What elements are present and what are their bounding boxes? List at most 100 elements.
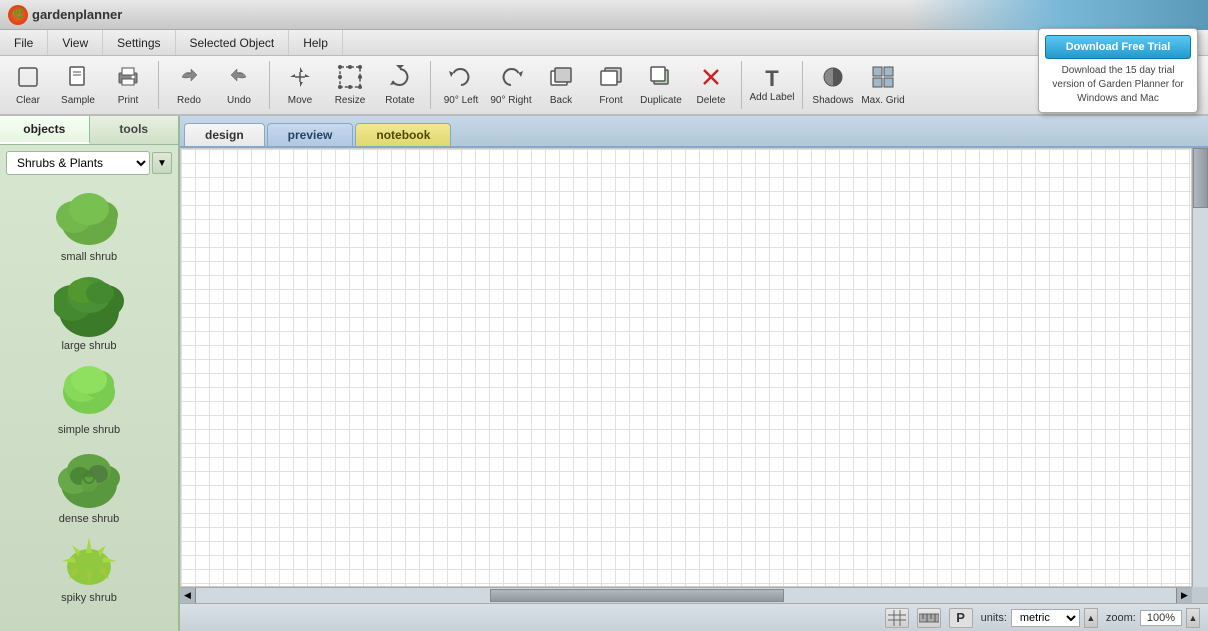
vertical-scrollbar[interactable]	[1192, 148, 1208, 587]
move-button[interactable]: Move	[276, 59, 324, 111]
canvas-wrapper: ◀ ▶	[180, 148, 1208, 603]
hscroll-thumb[interactable]	[490, 589, 784, 602]
ruler-icon[interactable]	[917, 608, 941, 628]
separator-3	[430, 61, 431, 109]
sample-button[interactable]: Sample	[54, 59, 102, 111]
add-label-button[interactable]: T Add Label	[748, 59, 796, 111]
move-label: Move	[288, 95, 312, 106]
duplicate-label: Duplicate	[640, 95, 682, 106]
list-item[interactable]: large shrub	[19, 269, 159, 356]
tab-preview[interactable]: preview	[267, 123, 354, 146]
menu-settings[interactable]: Settings	[103, 30, 175, 55]
tab-design[interactable]: design	[184, 123, 265, 146]
redo-label: Redo	[177, 95, 201, 106]
scroll-corner	[1192, 587, 1208, 603]
hscroll-track	[196, 588, 1176, 603]
front-button[interactable]: Front	[587, 59, 635, 111]
menubar: File View Settings Selected Object Help	[0, 30, 1208, 56]
large-shrub-label: large shrub	[61, 340, 116, 352]
max-grid-button[interactable]: Max. Grid	[859, 59, 907, 111]
vertical-scrollbar-thumb[interactable]	[1193, 148, 1208, 208]
front-icon	[599, 65, 623, 93]
canvas-area[interactable]	[180, 148, 1192, 587]
tab-tools[interactable]: tools	[90, 116, 179, 144]
separator-1	[158, 61, 159, 109]
list-item[interactable]: small shrub	[19, 185, 159, 267]
zoom-value: 100%	[1140, 610, 1182, 626]
clear-icon	[16, 65, 40, 93]
resize-icon	[338, 65, 362, 93]
small-shrub-label: small shrub	[61, 251, 117, 263]
large-shrub-icon	[54, 273, 124, 338]
panel-tabs: objects tools	[0, 116, 178, 145]
tab-objects[interactable]: objects	[0, 116, 90, 144]
dense-shrub-icon	[54, 446, 124, 511]
left-panel: objects tools Shrubs & Plants ▼ small sh…	[0, 116, 180, 631]
add-label-label: Add Label	[749, 92, 794, 103]
zoom-arrow[interactable]: ▲	[1186, 608, 1200, 628]
resize-button[interactable]: Resize	[326, 59, 374, 111]
menu-help[interactable]: Help	[289, 30, 343, 55]
units-dropdown[interactable]: metric imperial	[1011, 609, 1080, 627]
grid-icon[interactable]	[885, 608, 909, 628]
rotate-right-button[interactable]: 90° Right	[487, 59, 535, 111]
right-area: design preview notebook ◀ ▶	[180, 116, 1208, 631]
sample-icon	[66, 65, 90, 93]
rotate-left-button[interactable]: 90° Left	[437, 59, 485, 111]
undo-button[interactable]: Undo	[215, 59, 263, 111]
back-button[interactable]: Back	[537, 59, 585, 111]
rotate-button[interactable]: Rotate	[376, 59, 424, 111]
dense-shrub-label: dense shrub	[59, 513, 120, 525]
shadows-button[interactable]: Shadows	[809, 59, 857, 111]
simple-shrub-label: simple shrub	[58, 424, 120, 436]
category-arrow[interactable]: ▼	[152, 152, 172, 174]
grid-canvas[interactable]	[180, 148, 1192, 587]
print-button[interactable]: Print	[104, 59, 152, 111]
move-icon	[288, 65, 312, 93]
list-item[interactable]: dense shrub	[19, 442, 159, 529]
hscroll-right-button[interactable]: ▶	[1176, 588, 1192, 604]
clear-button[interactable]: Clear	[4, 59, 52, 111]
clear-label: Clear	[16, 95, 40, 106]
list-item[interactable]: simple shrub	[19, 358, 159, 440]
units-section: units: metric imperial ▲	[981, 608, 1098, 628]
category-dropdown[interactable]: Shrubs & Plants	[6, 151, 150, 175]
category-select: Shrubs & Plants ▼	[0, 145, 178, 181]
sample-label: Sample	[61, 95, 95, 106]
menu-file[interactable]: File	[0, 30, 48, 55]
list-item[interactable]: spiky shrub	[19, 531, 159, 608]
app-title: gardenplanner	[32, 7, 122, 22]
toolbar: Clear Sample Print Redo Undo	[0, 56, 1208, 116]
rotate-right-label: 90° Right	[490, 95, 531, 106]
zoom-label: zoom:	[1106, 612, 1136, 624]
status-bar: P units: metric imperial ▲ zoom: 100% ▲	[180, 603, 1208, 631]
rotate-icon	[388, 65, 412, 93]
shadows-label: Shadows	[812, 95, 853, 106]
duplicate-button[interactable]: Duplicate	[637, 59, 685, 111]
tab-notebook[interactable]: notebook	[355, 123, 451, 146]
max-grid-icon	[871, 65, 895, 93]
units-label: units:	[981, 612, 1007, 624]
spiky-shrub-label: spiky shrub	[61, 592, 117, 604]
rotate-label: Rotate	[385, 95, 414, 106]
horizontal-scrollbar[interactable]: ◀ ▶	[180, 587, 1192, 603]
menu-selected-object[interactable]: Selected Object	[176, 30, 290, 55]
download-button[interactable]: Download Free Trial	[1045, 35, 1191, 59]
delete-button[interactable]: Delete	[687, 59, 735, 111]
spiky-shrub-icon	[54, 535, 124, 590]
print-label: Print	[118, 95, 139, 106]
units-arrow[interactable]: ▲	[1084, 608, 1098, 628]
redo-button[interactable]: Redo	[165, 59, 213, 111]
titlebar: 🌿 gardenplanner Download Free Trial Down…	[0, 0, 1208, 30]
shadows-icon	[821, 65, 845, 93]
logo-icon: 🌿	[8, 5, 28, 25]
objects-list: small shrub large shrub	[0, 181, 178, 631]
hscroll-left-button[interactable]: ◀	[180, 588, 196, 604]
add-label-icon: T	[765, 68, 778, 90]
menu-view[interactable]: View	[48, 30, 103, 55]
separator-4	[741, 61, 742, 109]
print-icon	[116, 65, 140, 93]
zoom-section: zoom: 100% ▲	[1106, 608, 1200, 628]
rotate-right-icon	[499, 65, 523, 93]
label-p-icon[interactable]: P	[949, 608, 973, 628]
